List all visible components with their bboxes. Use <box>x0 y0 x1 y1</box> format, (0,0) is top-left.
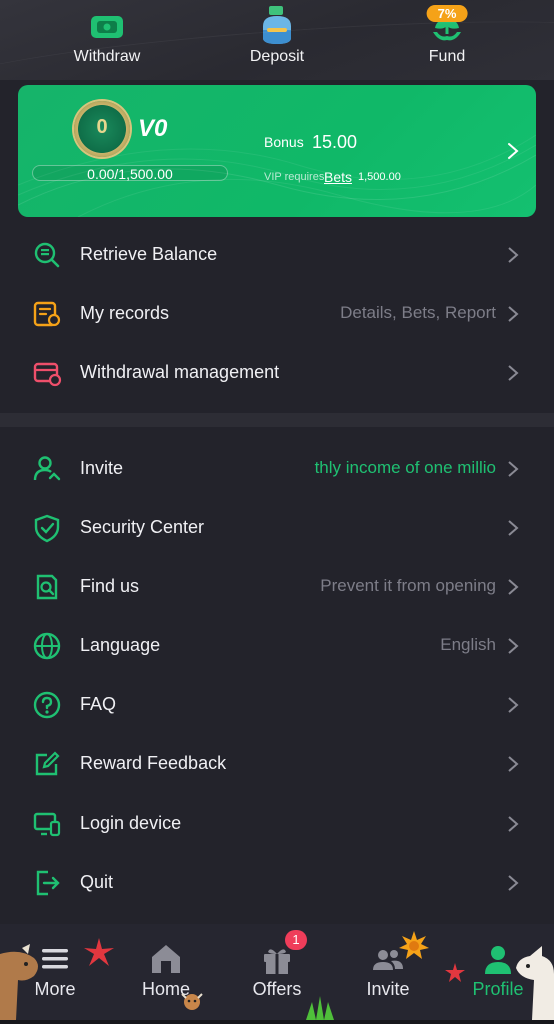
bonus-value: 15.00 <box>312 132 358 152</box>
menu-my-records[interactable]: My records Details, Bets, Report <box>0 284 554 343</box>
fund-button[interactable]: 7% Fund <box>387 0 507 80</box>
chevron-right-icon <box>508 697 519 713</box>
menu-label: Login device <box>80 813 182 833</box>
nav-label: More <box>34 979 76 999</box>
find-us-icon <box>36 574 58 600</box>
goat-decoration-icon <box>516 946 554 1020</box>
menu-retrieve-balance[interactable]: Retrieve Balance <box>0 225 554 284</box>
menu-label: FAQ <box>80 694 117 714</box>
menu-label: Security Center <box>80 517 205 537</box>
chevron-right-icon <box>508 520 519 536</box>
grass-decoration-icon <box>306 996 334 1020</box>
wallet-icon <box>91 16 123 38</box>
home-icon <box>152 945 180 973</box>
vip-level: V0 <box>138 115 168 142</box>
records-icon <box>33 301 61 327</box>
vip-progress-text: 0.00/1,500.00 <box>87 166 173 182</box>
chevron-right-icon <box>508 579 519 595</box>
menu-quit[interactable]: Quit <box>0 853 554 912</box>
menu-label: Retrieve Balance <box>80 244 218 264</box>
question-icon <box>33 691 61 719</box>
withdraw-label: Withdraw <box>73 48 141 65</box>
chevron-right-icon <box>508 461 519 477</box>
fund-label: Fund <box>428 48 466 65</box>
withdrawal-card-icon <box>33 362 62 387</box>
invite-user-icon <box>33 456 61 481</box>
withdraw-button[interactable]: Withdraw <box>47 0 167 80</box>
menu-label: Withdrawal management <box>80 362 280 382</box>
menu-label: Invite <box>80 458 124 478</box>
menu-label: Language <box>80 635 161 655</box>
nav-more[interactable]: More <box>5 924 105 1020</box>
menu-login-device[interactable]: Login device <box>0 794 554 853</box>
menu-label: Reward Feedback <box>80 753 227 773</box>
chevron-right-icon <box>508 247 519 263</box>
sun-flower-decoration-icon <box>399 931 429 959</box>
bonus-label: Bonus <box>264 134 304 150</box>
menu-value: Details, Bets, Report <box>340 303 496 322</box>
chevron-right-icon <box>508 143 519 159</box>
vip-bets-link[interactable]: Bets <box>324 169 352 185</box>
vip-card[interactable]: 0 V0 0.00/1,500.00 Bonus 15.00 VIP requi… <box>18 85 536 217</box>
chevron-right-icon <box>508 306 519 322</box>
money-bag-icon <box>263 6 291 44</box>
fund-percent-badge: 7% <box>426 5 468 22</box>
shield-icon <box>34 514 60 543</box>
offers-badge: 1 <box>285 930 307 950</box>
menu-withdrawal-management[interactable]: Withdrawal management <box>0 343 554 402</box>
menu-find-us[interactable]: Find us Prevent it from opening <box>0 557 554 616</box>
vip-bets-amount: 1,500.00 <box>358 171 401 183</box>
menu-security-center[interactable]: Security Center <box>0 498 554 557</box>
menu-label: Find us <box>80 576 140 596</box>
chevron-right-icon <box>508 638 519 654</box>
menu-value: thly income of one millio <box>314 458 496 477</box>
globe-icon <box>33 632 61 660</box>
retrieve-balance-icon <box>34 242 60 268</box>
menu-icon <box>42 949 68 969</box>
menu-invite[interactable]: Invite thly income of one millio <box>0 439 554 498</box>
vip-requires-label: VIP requires <box>264 171 325 183</box>
profile-icon <box>485 946 511 974</box>
menu-value: Prevent it from opening <box>320 576 496 595</box>
vip-medal-icon: 0 <box>74 101 130 157</box>
device-icon <box>33 812 61 837</box>
bottom-nav: More Home 1 Offers Invite Profile <box>0 924 554 1024</box>
exit-icon <box>36 870 60 896</box>
nav-label: Invite <box>366 979 410 999</box>
edit-icon <box>35 751 60 776</box>
chevron-right-icon <box>508 875 519 891</box>
top-actions-bar: Withdraw Deposit 7% Fund <box>0 0 554 80</box>
vip-progress-bar: 0.00/1,500.00 <box>32 165 228 182</box>
chevron-right-icon <box>508 365 519 381</box>
cow-head-decoration-icon <box>181 993 203 1010</box>
menu-reward-feedback[interactable]: Reward Feedback <box>0 734 554 793</box>
chevron-right-icon <box>508 816 519 832</box>
deposit-button[interactable]: Deposit <box>217 0 337 80</box>
chevron-right-icon <box>508 756 519 772</box>
menu-label: Quit <box>80 872 114 892</box>
deposit-label: Deposit <box>249 48 305 65</box>
menu-label: My records <box>80 303 170 323</box>
menu-faq[interactable]: FAQ <box>0 675 554 734</box>
menu-language[interactable]: Language English <box>0 616 554 675</box>
section-divider <box>0 413 554 427</box>
menu-value: English <box>440 635 496 654</box>
